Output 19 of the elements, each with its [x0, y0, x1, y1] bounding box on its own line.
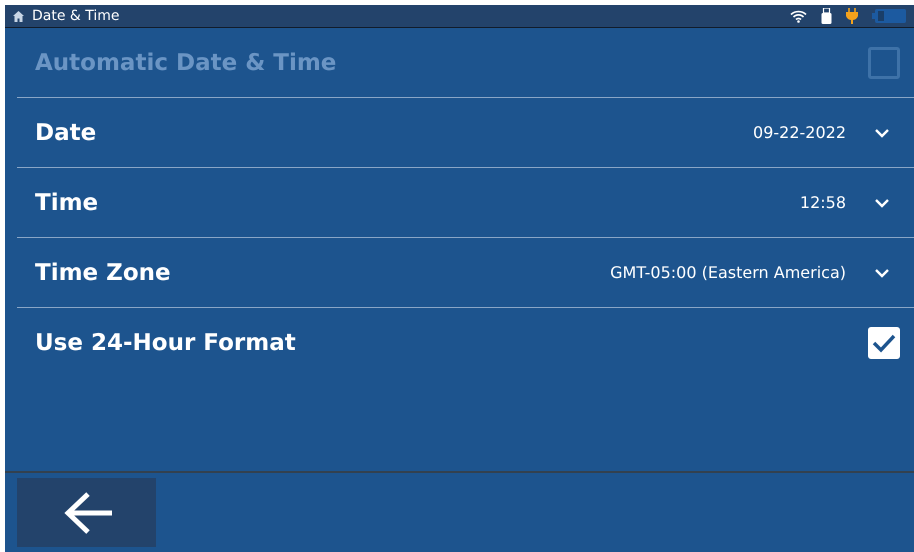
- setting-value: 09-22-2022: [753, 123, 846, 142]
- setting-label: Use 24-Hour Format: [35, 330, 297, 356]
- chevron-down-icon[interactable]: [874, 128, 890, 138]
- setting-label: Automatic Date & Time: [35, 50, 338, 76]
- chevron-down-icon[interactable]: [874, 198, 890, 208]
- chevron-down-icon[interactable]: [874, 268, 890, 278]
- plug-icon: [846, 8, 858, 24]
- arrow-left-icon: [62, 490, 112, 534]
- wifi-icon: [790, 10, 807, 22]
- screen-title: Date & Time: [32, 8, 121, 24]
- setting-value: 12:58: [800, 193, 846, 212]
- back-button[interactable]: [17, 478, 156, 547]
- usb-icon: [821, 8, 832, 24]
- home-icon[interactable]: [13, 10, 24, 22]
- setting-label: Time: [35, 190, 100, 216]
- setting-label: Time Zone: [35, 260, 172, 286]
- setting-value: GMT-05:00 (Eastern America): [610, 263, 846, 282]
- battery-icon: [872, 9, 906, 23]
- setting-label: Date: [35, 120, 98, 146]
